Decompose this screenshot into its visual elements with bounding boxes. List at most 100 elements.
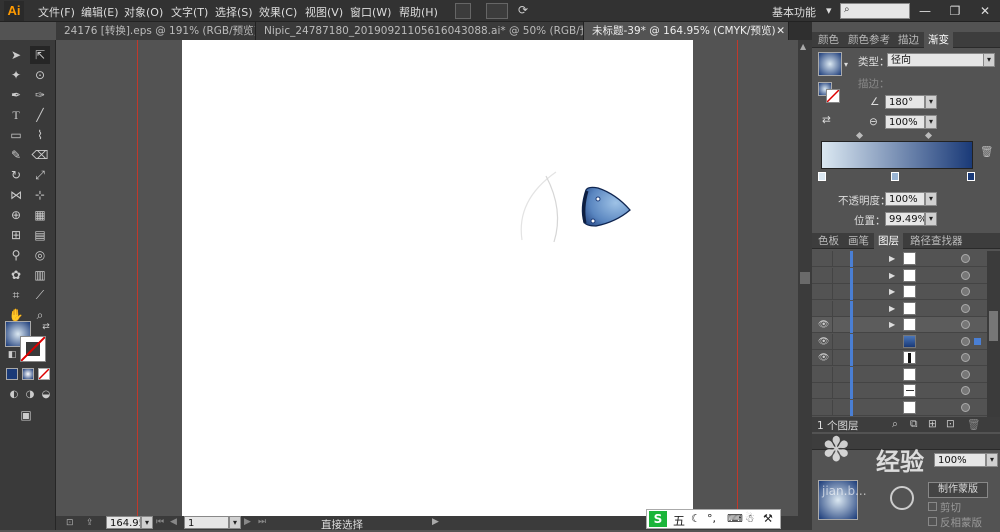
lock-column[interactable] (832, 350, 833, 366)
mesh-tool-icon[interactable]: ⊞ (6, 226, 26, 244)
midpoint-diamond[interactable] (855, 131, 864, 140)
status-menu-icon[interactable]: ▶ (432, 517, 439, 527)
screen-mode-icon[interactable]: ▣ (16, 406, 36, 424)
stroke-swatch[interactable] (20, 336, 46, 362)
menu-edit[interactable]: 编辑(E) (81, 4, 119, 20)
target-icon[interactable] (961, 320, 970, 329)
tab-stroke[interactable]: 描边 (894, 32, 923, 48)
close-window-button[interactable]: ✕ (974, 2, 996, 20)
aspect-ratio-field[interactable]: 100% (885, 115, 925, 129)
color-stop[interactable] (818, 172, 826, 181)
canvas-area[interactable] (56, 40, 798, 516)
target-icon[interactable] (961, 402, 970, 412)
target-icon[interactable] (961, 254, 970, 263)
tab-layers[interactable]: 图层 (874, 233, 903, 249)
menu-window[interactable]: 窗口(W) (350, 4, 391, 20)
bridge-icon[interactable] (455, 3, 471, 19)
layer-row[interactable] (812, 366, 987, 383)
line-tool-icon[interactable]: ╱ (30, 106, 50, 124)
bullet-shape[interactable] (581, 186, 631, 227)
tab-document-3[interactable]: 未标题-39* @ 164.95% (CMYK/预览) ✕ (584, 22, 789, 40)
artboard-number-field[interactable]: 1 (184, 516, 229, 529)
gradient-preset-dropdown-icon[interactable]: ▾ (844, 60, 848, 69)
layer-row[interactable]: ▶ (812, 284, 987, 300)
opacity-field[interactable]: 100% (885, 192, 925, 206)
lock-column[interactable] (832, 399, 833, 416)
layers-scrollbar[interactable] (987, 251, 1000, 417)
angle-dropdown-icon[interactable]: ▾ (925, 95, 937, 109)
layer-row[interactable]: ▶ (812, 251, 987, 267)
minimize-button[interactable]: — (914, 2, 936, 20)
type-tool-icon[interactable]: T (6, 106, 26, 124)
target-icon[interactable] (961, 270, 970, 280)
tab-document-2[interactable]: Nipic_24787180_20190921105616043088.ai* … (256, 22, 584, 40)
artwork[interactable] (56, 40, 798, 516)
workspace-dropdown-icon[interactable]: ▾ (826, 4, 832, 17)
scroll-thumb[interactable] (800, 272, 810, 284)
lock-column[interactable] (832, 333, 833, 350)
gradient-type-dropdown-icon[interactable]: ▾ (983, 53, 995, 67)
target-icon[interactable] (961, 303, 970, 313)
layer-row[interactable]: 👁 (812, 350, 987, 366)
gpu-icon[interactable]: ⟳ (518, 3, 536, 19)
opacity-dropdown-icon[interactable]: ▾ (925, 192, 937, 206)
tab-gradient[interactable]: 渐变 (924, 32, 953, 48)
menu-select[interactable]: 选择(S) (215, 4, 253, 20)
first-artboard-icon[interactable]: ⏮ (156, 517, 164, 527)
punctuation-icon[interactable]: °, (707, 512, 716, 525)
search-input[interactable]: ⌕ (840, 3, 910, 19)
layer-row[interactable]: 👁 ▶ (812, 317, 987, 333)
target-icon[interactable] (961, 369, 970, 379)
magic-wand-icon[interactable]: ✦ (6, 66, 26, 84)
visibility-eye-icon[interactable] (818, 386, 828, 396)
direct-selection-tool-icon[interactable]: ⇱ (30, 46, 50, 64)
menu-type[interactable]: 文字(T) (171, 4, 208, 20)
visibility-eye-icon[interactable]: 👁 (818, 353, 829, 363)
target-icon[interactable] (961, 287, 970, 296)
last-artboard-icon[interactable]: ⏭ (258, 517, 266, 527)
artboard-tool-icon[interactable]: ⌗ (6, 286, 26, 304)
rectangle-tool-icon[interactable]: ▭ (6, 126, 26, 144)
artboard-nav-icon[interactable]: ⊡ (66, 518, 74, 528)
draw-inside-icon[interactable]: ◒ (36, 386, 56, 404)
ime-toolbar[interactable]: S 五 ☾ °, ⌨ ☃ ⚒ (646, 509, 781, 529)
anchor-point[interactable] (590, 218, 596, 224)
none-mode-icon[interactable] (38, 368, 50, 380)
shape-builder-icon[interactable]: ⊕ (6, 206, 26, 224)
symbol-sprayer-icon[interactable]: ✿ (6, 266, 26, 284)
zoom-dropdown-icon[interactable]: ▾ (141, 516, 153, 529)
tab-color[interactable]: 颜色 (814, 32, 843, 48)
color-mode-icon[interactable] (6, 368, 18, 380)
stroke-gradient-swatch[interactable] (826, 89, 840, 103)
location-field[interactable]: 99.49% (885, 212, 925, 226)
pen-tool-icon[interactable]: ✒ (6, 86, 26, 104)
layers-scroll-thumb[interactable] (989, 311, 998, 341)
tab-swatches[interactable]: 色板 (814, 233, 843, 249)
visibility-eye-icon[interactable]: 👁 (818, 337, 829, 347)
paintbrush-icon[interactable]: ⌇ (30, 126, 50, 144)
zoom-field[interactable]: 164.95 (106, 516, 141, 529)
lock-column[interactable] (832, 284, 833, 300)
gradient-type-select[interactable]: 径向 (887, 53, 985, 67)
swap-colors-icon[interactable]: ⇄ (36, 318, 56, 336)
color-stop[interactable] (891, 172, 899, 181)
keyboard-icon[interactable]: ⌨ (727, 512, 743, 525)
tab-brushes[interactable]: 画笔 (844, 233, 873, 249)
vertical-scrollbar[interactable]: ▲ (798, 40, 812, 530)
graph-tool-icon[interactable]: ▥ (30, 266, 50, 284)
lock-column[interactable] (832, 251, 833, 267)
eraser-icon[interactable]: ⌫ (30, 146, 50, 164)
lasso-icon[interactable]: ⊙ (30, 66, 50, 84)
visibility-eye-icon[interactable] (818, 370, 828, 380)
skin-icon[interactable]: ☃ (745, 512, 755, 525)
share-icon[interactable]: ⇪ (86, 518, 94, 528)
midpoint-diamond[interactable] (924, 131, 933, 140)
slice-tool-icon[interactable]: ⟋ (30, 286, 50, 304)
tab-pathfinder[interactable]: 路径查找器 (906, 233, 967, 249)
layer-row[interactable]: 👁 (812, 333, 987, 350)
lock-column[interactable] (832, 300, 833, 317)
prev-artboard-icon[interactable]: ◀ (170, 517, 177, 527)
reverse-gradient-icon[interactable]: ⇄ (822, 114, 831, 126)
tab-document-1[interactable]: 24176 [转换].eps @ 191% (RGB/预览) (56, 22, 256, 40)
expand-arrow-icon[interactable]: ▶ (889, 271, 895, 280)
